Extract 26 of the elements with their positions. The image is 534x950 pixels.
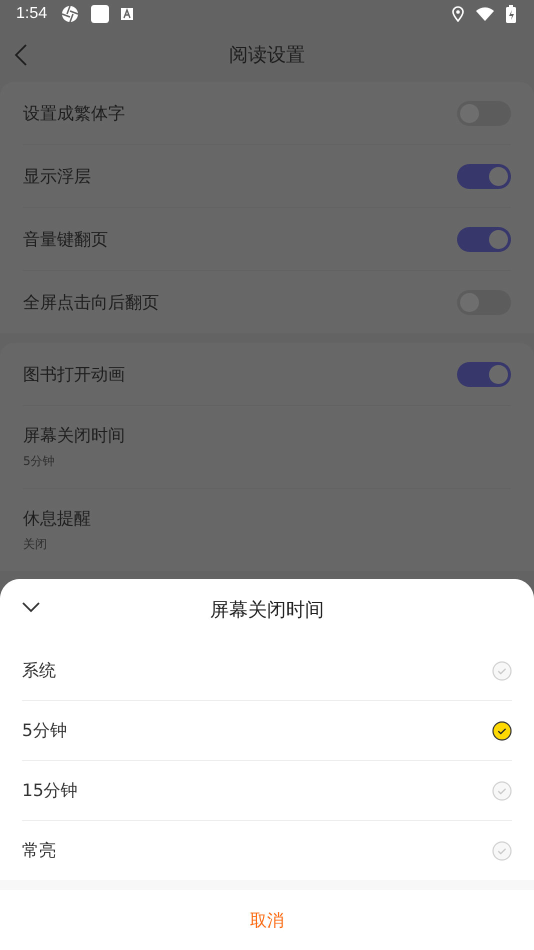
sheet-title: 屏幕关闭时间 bbox=[210, 598, 324, 623]
option-label[interactable]: 系统 bbox=[22, 659, 56, 682]
option-label[interactable]: 5分钟 bbox=[22, 719, 67, 742]
battery-icon bbox=[506, 5, 516, 23]
toggle-switch[interactable] bbox=[457, 226, 511, 252]
wifi-icon bbox=[476, 7, 494, 21]
setting-label: 图书打开动画 bbox=[23, 364, 125, 386]
setting-label: 设置成繁体字 bbox=[23, 102, 125, 124]
square-icon bbox=[91, 5, 110, 23]
font-icon bbox=[121, 8, 134, 20]
aperture-icon bbox=[61, 5, 80, 23]
option-label[interactable]: 常亮 bbox=[22, 839, 56, 862]
setting-value: 5分钟 bbox=[23, 453, 56, 470]
check-icon[interactable] bbox=[492, 720, 512, 740]
option-label[interactable]: 15分钟 bbox=[22, 779, 78, 802]
setting-value: 关闭 bbox=[23, 536, 48, 553]
setting-label: 音量键翻页 bbox=[23, 228, 108, 250]
toggle-switch[interactable] bbox=[457, 362, 511, 386]
back-icon[interactable] bbox=[14, 44, 28, 66]
setting-label: 显示浮层 bbox=[23, 166, 91, 188]
status-time: 1:54 bbox=[16, 5, 48, 23]
toggle-switch[interactable] bbox=[457, 164, 511, 188]
page-title: 阅读设置 bbox=[229, 43, 305, 68]
chevron-down-icon[interactable] bbox=[22, 601, 40, 613]
location-icon bbox=[452, 6, 464, 22]
setting-label: 全屏点击向后翻页 bbox=[23, 292, 159, 314]
